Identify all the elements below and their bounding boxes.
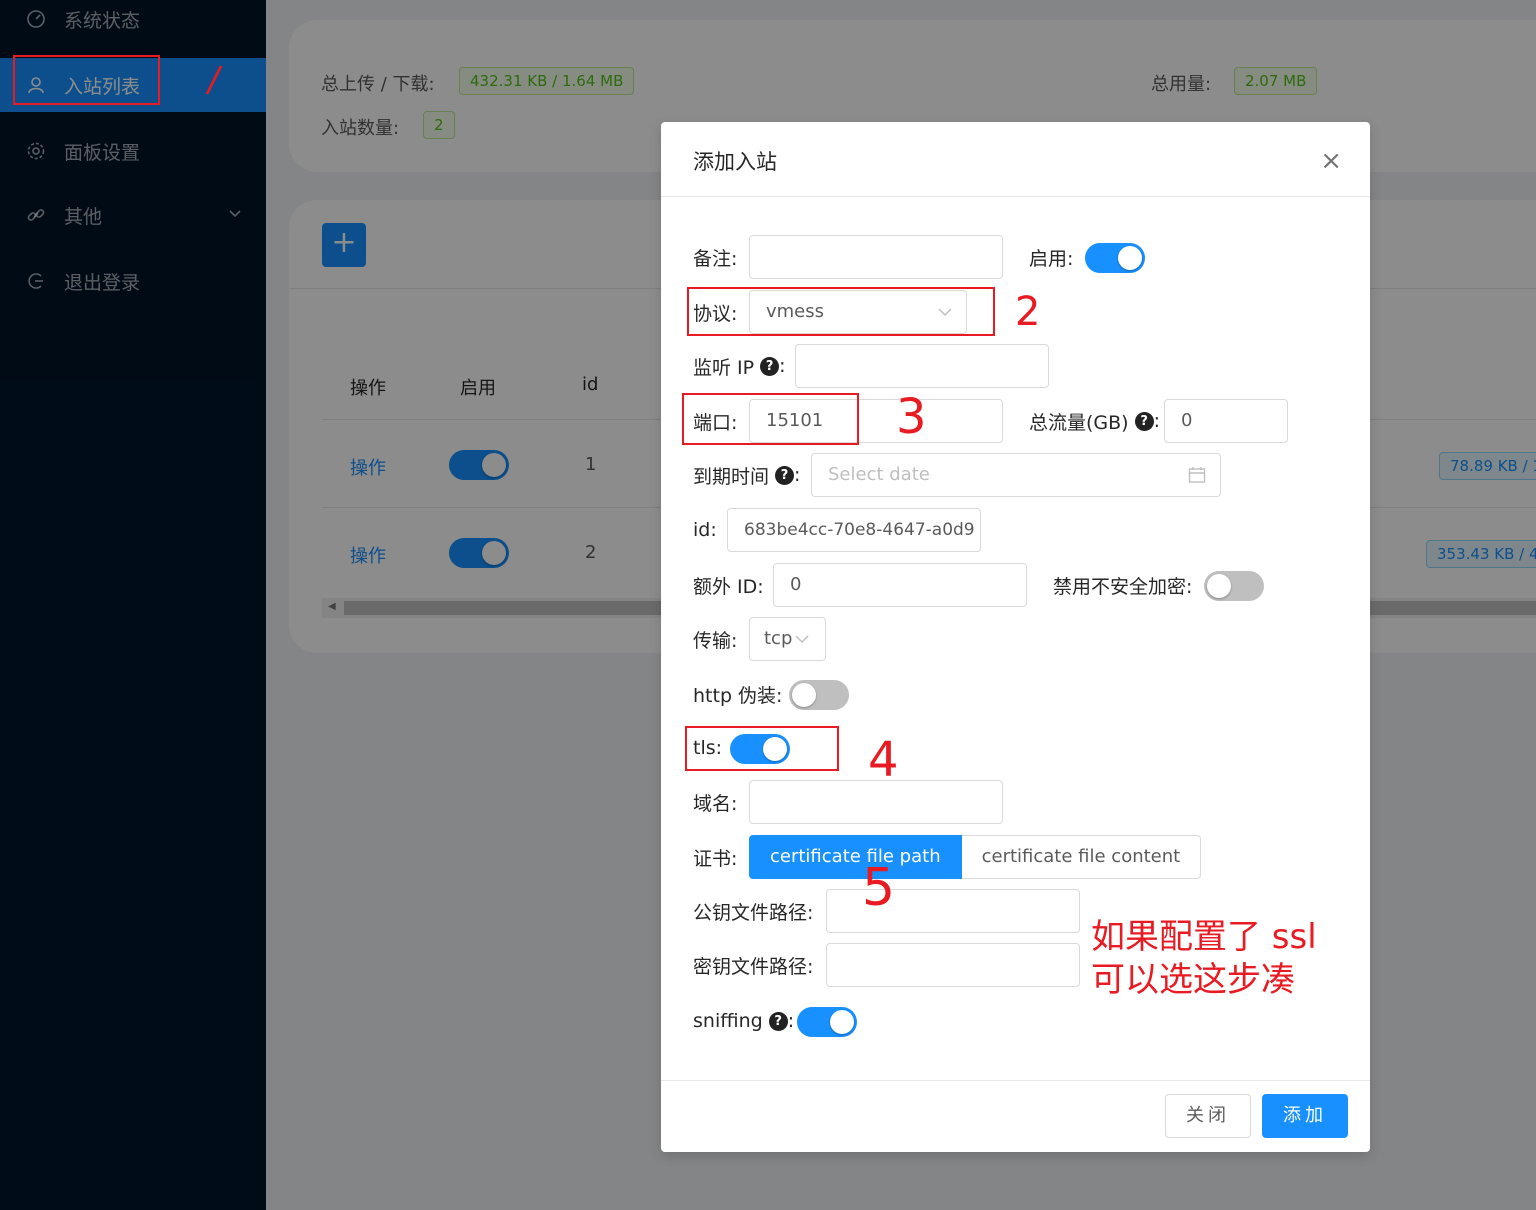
total-traffic-label-text: 总流量(GB) [1029, 411, 1129, 434]
annotation-step-5: 5 [862, 858, 896, 918]
sniffing-switch[interactable] [797, 1007, 857, 1037]
enable-switch[interactable] [1085, 243, 1145, 273]
close-button[interactable]: 关闭 [1165, 1094, 1251, 1138]
add-button[interactable]: 添加 [1262, 1094, 1348, 1138]
expiry-date-picker[interactable]: Select date [811, 453, 1221, 497]
annotation-note-line2: 可以选这步凑 [1091, 960, 1295, 1000]
expiry-label-text: 到期时间 [693, 465, 770, 488]
question-icon[interactable]: ? [775, 465, 795, 485]
expiry-date-placeholder: Select date [828, 464, 930, 485]
domain-label: 域名: [693, 792, 738, 815]
modal-header-divider [661, 196, 1370, 197]
calendar-icon [1188, 454, 1206, 496]
chevron-down-icon [795, 618, 809, 660]
modal-footer-divider [661, 1080, 1370, 1081]
listen-ip-label: 监听 IP ?: [693, 344, 786, 388]
annotation-box-tls [685, 726, 839, 771]
private-key-input[interactable] [826, 943, 1080, 987]
listen-ip-label-text: 监听 IP [693, 356, 755, 379]
cert-mode-radio-group: certificate file path certificate file c… [749, 835, 1202, 879]
annotation-box-protocol [687, 287, 995, 336]
alter-id-label: 额外 ID: [693, 575, 764, 598]
transport-select-value: tcp [764, 628, 793, 649]
annotation-step-4: 4 [868, 732, 899, 788]
cert-label: 证书: [693, 847, 738, 870]
public-key-label: 公钥文件路径: [693, 901, 814, 924]
close-icon[interactable]: × [1320, 146, 1342, 176]
cert-file-content-option[interactable]: certificate file content [961, 835, 1202, 879]
id-label: id: [693, 519, 717, 541]
remark-input[interactable] [749, 235, 1003, 279]
private-key-label: 密钥文件路径: [693, 955, 814, 978]
http-disguise-label: http 伪装: [693, 684, 783, 707]
remark-label: 备注: [693, 247, 738, 270]
annotation-step-2: 2 [1015, 289, 1041, 335]
http-disguise-switch[interactable] [789, 680, 849, 710]
modal-title: 添加入站 [693, 150, 777, 174]
id-input[interactable]: 683be4cc-70e8-4647-a0d9 [727, 508, 981, 552]
transport-select[interactable]: tcp [749, 617, 826, 661]
cert-file-path-option[interactable]: certificate file path [749, 835, 962, 879]
question-icon[interactable]: ? [760, 356, 780, 376]
sniffing-label: sniffing ?: [693, 1010, 795, 1032]
total-traffic-input[interactable]: 0 [1164, 399, 1288, 443]
annotation-step-1: / [208, 60, 220, 100]
enable-label: 启用: [1029, 247, 1074, 270]
listen-ip-input[interactable] [795, 344, 1049, 388]
alter-id-input[interactable]: 0 [773, 563, 1027, 607]
total-traffic-label: 总流量(GB) ?: [1029, 399, 1160, 443]
question-icon[interactable]: ? [1134, 411, 1154, 431]
sniffing-label-text: sniffing [693, 1010, 763, 1032]
annotation-step-3: 3 [896, 389, 927, 445]
expiry-label: 到期时间 ?: [693, 453, 800, 497]
transport-label: 传输: [693, 629, 738, 652]
disable-insecure-label: 禁用不安全加密: [1053, 575, 1193, 598]
annotation-box-inbounds [13, 55, 160, 105]
disable-insecure-switch[interactable] [1204, 571, 1264, 601]
question-icon[interactable]: ? [768, 1011, 788, 1031]
annotation-note-line1: 如果配置了 ssl [1091, 917, 1317, 957]
annotation-box-port [682, 393, 859, 445]
